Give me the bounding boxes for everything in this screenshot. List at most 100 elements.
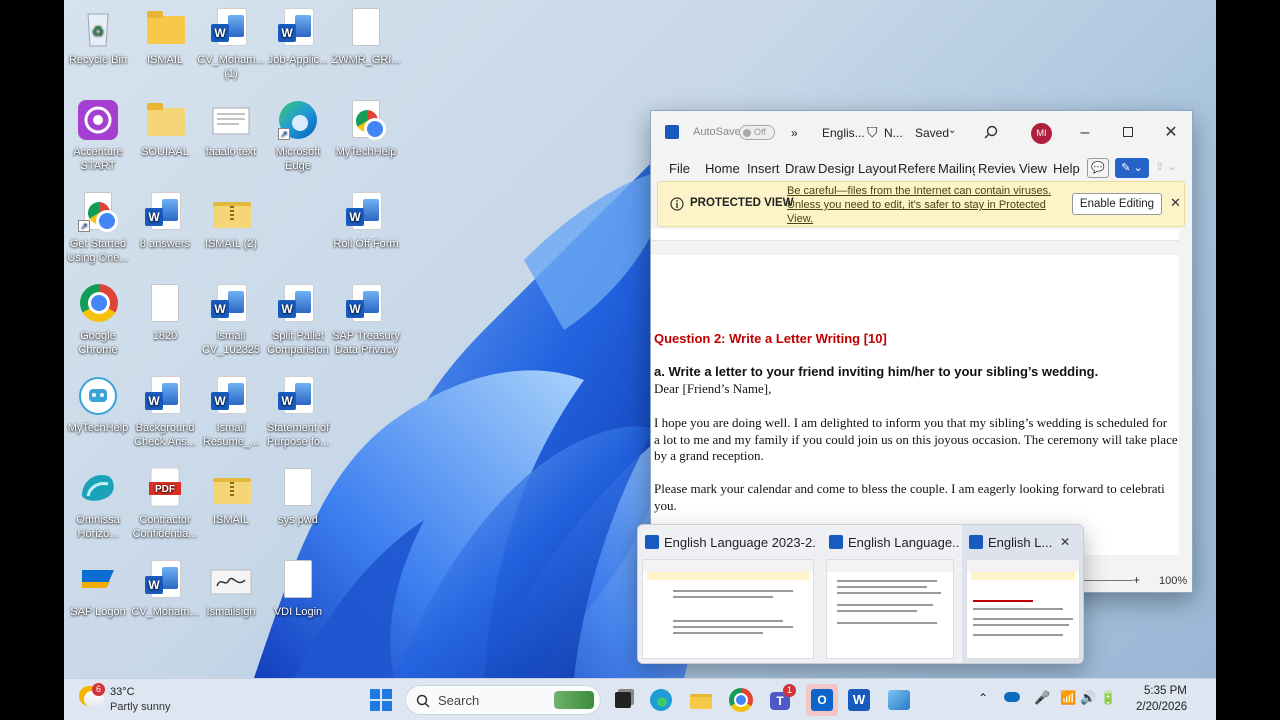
preview-window-2[interactable]: English Language... (822, 525, 960, 663)
chevron-down-icon[interactable]: ⌄ (948, 125, 956, 136)
info-icon (670, 197, 684, 211)
volume-icon[interactable]: 🔊 (1080, 690, 1096, 706)
maximize-button[interactable] (1108, 119, 1148, 147)
accenture-start-icon (78, 100, 118, 140)
chrome-icon (356, 110, 383, 137)
desktop-icon-get-started[interactable]: ↗ Get Started Using One... (64, 190, 134, 265)
taskbar-previews: English Language 2023-2... English Langu… (637, 524, 1084, 664)
desktop-icon-zip-folder[interactable]: ISMAIL (2) (195, 190, 267, 251)
desktop-icon-mytechhelp[interactable]: MyTechHelp (330, 98, 402, 159)
chrome-icon (88, 202, 115, 229)
battery-icon[interactable]: 🔋 (1100, 690, 1116, 706)
desktop-icon-word-doc[interactable]: W Statement of Purpose fo... (262, 374, 334, 449)
tab-help[interactable]: Help (1053, 161, 1080, 176)
document-page[interactable]: Question 2: Write a Letter Writing [10] … (651, 255, 1179, 555)
close-icon[interactable]: ✕ (1060, 535, 1070, 549)
desktop-icon-file[interactable]: VDI Login (262, 558, 334, 619)
desktop-icon-word-doc[interactable]: W Background Check Ans... (129, 374, 201, 449)
desktop-icon-omnissa[interactable]: Omnissa Horizo... (64, 466, 134, 541)
clock-time[interactable]: 5:35 PM (1144, 685, 1187, 697)
minimize-button[interactable]: – (1065, 119, 1105, 147)
desktop-icon-word-doc[interactable]: W CV_Moham... (1) (195, 6, 267, 81)
desktop-icon-word-doc[interactable]: W Roll Off Form (330, 190, 402, 251)
outlook-icon[interactable]: O (806, 684, 838, 716)
tab-draw[interactable]: Draw (785, 161, 815, 176)
search-icon[interactable] (984, 125, 998, 139)
desktop-icon-file[interactable]: 1820 (129, 282, 201, 343)
doc-title[interactable]: Englis... (822, 126, 865, 140)
avatar[interactable]: MI (1031, 123, 1052, 144)
onedrive-icon[interactable] (1004, 692, 1020, 702)
tab-view[interactable]: View (1019, 161, 1047, 176)
microphone-icon[interactable]: 🎤 (1034, 690, 1050, 706)
title-bar[interactable]: AutoSave Off » Englis... ⛉ N... Saved ⌄ … (651, 111, 1192, 155)
tab-review[interactable]: Review (978, 161, 1015, 176)
desktop-icon-file[interactable]: sys pwd (262, 466, 334, 527)
blank-file-icon (352, 8, 380, 46)
tab-references[interactable]: References (898, 161, 935, 176)
file-explorer-icon[interactable] (688, 687, 714, 713)
sensitivity-label[interactable]: N... (884, 126, 903, 140)
photos-icon[interactable] (886, 687, 912, 713)
desktop-icon-pdf[interactable]: PDF Contractor Confidentia... (129, 466, 201, 541)
tab-file[interactable]: File (669, 161, 690, 176)
tab-home[interactable]: Home (705, 161, 740, 176)
desktop-icon-word-doc[interactable]: W Ismail CV_102325 (195, 282, 267, 357)
wifi-icon[interactable]: 📶 (1060, 690, 1076, 706)
svg-text:PDF: PDF (155, 484, 175, 495)
start-icon[interactable] (368, 687, 394, 713)
preview-window-1[interactable]: English Language 2023-2... (638, 525, 820, 663)
word-app-icon (829, 535, 843, 549)
protected-view-bar: PROTECTED VIEW Be careful—files from the… (657, 181, 1185, 227)
desktop-icon-word-doc[interactable]: W Split Pallet Comparision (262, 282, 334, 357)
edge-icon[interactable] (648, 687, 674, 713)
tab-insert[interactable]: Insert (747, 161, 780, 176)
desktop-icon-word-doc[interactable]: W Ismail Resume_... (195, 374, 267, 449)
chrome-icon[interactable] (728, 687, 754, 713)
chevron-up-icon[interactable]: ⌃ (978, 691, 988, 705)
desktop-icon-file[interactable]: ZWMR_GRI... (330, 6, 402, 67)
task-view-icon[interactable] (610, 687, 636, 713)
desktop-icon-mytechhelp-app[interactable]: MyTechHelp (64, 374, 134, 435)
preview-window-3[interactable]: English L... ✕ (962, 525, 1083, 663)
desktop-icon-chrome[interactable]: Google Chrome (64, 282, 134, 357)
desktop-icon-word-doc[interactable]: W 8 answers (129, 190, 201, 251)
comment-icon[interactable]: 💬 (1087, 158, 1109, 178)
desktop-icon-sap-logon[interactable]: SAP Logon (64, 558, 134, 619)
protected-view-message[interactable]: Be careful—files from the Internet can c… (787, 184, 1057, 226)
desktop-icon-folder[interactable]: SOUIAAL (129, 98, 201, 159)
desktop-icon-text[interactable]: faaalo text (195, 98, 267, 159)
desktop-icon-folder[interactable]: ISMAIL (129, 6, 201, 67)
word-taskbar-icon[interactable]: W (846, 687, 872, 713)
omnissa-horizon-icon (82, 474, 114, 501)
weather-widget[interactable]: 6 33°C Partly sunny (82, 683, 212, 717)
desktop-icon-word-doc[interactable]: W CV_Moham... (129, 558, 201, 619)
desktop-icon-recycle-bin[interactable]: ♻ Recycle Bin (64, 6, 134, 67)
teams-icon[interactable]: T1 (768, 684, 796, 713)
share-icon[interactable]: ⇪ ⌄ (1155, 160, 1177, 173)
zoom-in-icon[interactable]: + (1133, 573, 1140, 587)
zoom-level[interactable]: 100% (1159, 575, 1187, 587)
saved-status[interactable]: Saved (915, 126, 949, 140)
page-gap (651, 229, 1179, 241)
screen: ♻ Recycle Bin ISMAIL W CV_Moham... (1) W… (0, 0, 1280, 720)
zoom-slider[interactable] (1083, 580, 1133, 581)
desktop-icon-zip-folder[interactable]: ISMAIL (195, 466, 267, 527)
desktop-icon-signature[interactable]: Ismailsign (195, 558, 267, 619)
search-box[interactable]: Search (405, 685, 601, 715)
tab-mailings[interactable]: Mailings (938, 161, 975, 176)
blank-file-icon (284, 560, 312, 598)
tab-layout[interactable]: Layout (858, 161, 896, 176)
desktop-icon-edge[interactable]: ↗ Microsoft Edge (262, 98, 334, 173)
desktop-icon-accenture[interactable]: Accenture START (64, 98, 134, 173)
enable-editing-button[interactable]: Enable Editing (1072, 193, 1162, 215)
autosave-toggle[interactable]: Off (739, 125, 775, 140)
desktop-icon-word-doc[interactable]: W SAP Treasury Data Privacy (330, 282, 402, 357)
close-button[interactable]: ✕ (1151, 119, 1191, 147)
close-icon[interactable]: ✕ (1170, 195, 1181, 211)
tab-design[interactable]: Design (818, 161, 854, 176)
desktop-icon-word-doc[interactable]: W Job-Applic... (262, 6, 334, 67)
editing-mode-button[interactable]: ✎ ⌄ (1115, 158, 1149, 178)
more-commands-icon[interactable]: » (791, 126, 798, 140)
clock-date[interactable]: 2/20/2026 (1136, 701, 1187, 713)
